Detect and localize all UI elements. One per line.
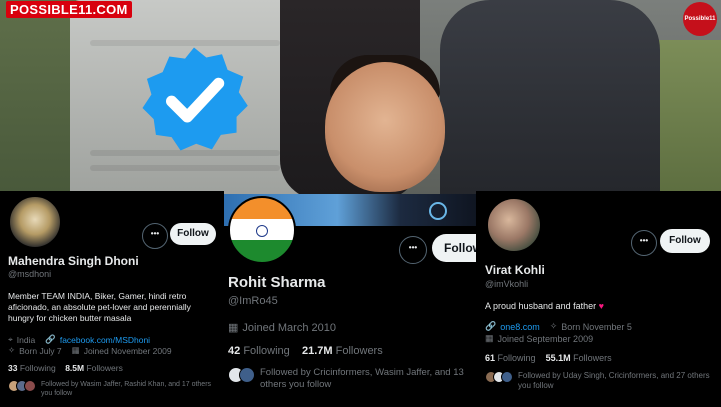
profile-card-rohit: ••• Follow Rohit Sharma @ImRo45 ▦ Joined… <box>224 194 476 407</box>
profile-meta-row: ⌖ India 🔗 facebook.com/MSDhoni <box>8 334 150 345</box>
profile-bio-row: A proud husband and father ♥ <box>485 301 604 311</box>
follower-avatars <box>228 367 255 383</box>
calendar-icon: ▦ <box>71 345 80 355</box>
profile-link[interactable]: one8.com <box>500 322 540 332</box>
profile-stats: 33 Following 8.5M Followers <box>8 363 123 373</box>
follower-avatars <box>8 380 36 392</box>
corner-logo: Possible11 <box>683 2 717 36</box>
profile-joined: Joined November 2009 <box>83 345 172 356</box>
profile-name: Mahendra Singh Dhoni <box>8 254 139 268</box>
more-options-button[interactable]: ••• <box>631 230 657 256</box>
profile-born: Born July 7 <box>19 345 62 356</box>
avatar[interactable] <box>228 196 296 264</box>
brand-logo: POSSIBLE11.COM <box>6 1 132 18</box>
verified-badge-icon <box>142 47 248 151</box>
profile-stats: 42 Following 21.7M Followers <box>228 345 383 357</box>
person-face <box>325 62 445 192</box>
profile-handle: @ImRo45 <box>228 295 278 307</box>
profile-joined: Joined September 2009 <box>497 333 594 344</box>
avatar[interactable] <box>8 195 62 249</box>
profile-bio: A proud husband and father <box>485 301 597 311</box>
follow-button[interactable]: Follow <box>432 234 476 262</box>
link-icon: 🔗 <box>485 321 497 331</box>
followers-link[interactable]: 55.1M Followers <box>546 353 612 363</box>
following-link[interactable]: 33 Following <box>8 363 56 373</box>
profile-name: Virat Kohli <box>485 263 545 277</box>
profile-link[interactable]: facebook.com/MSDhoni <box>60 335 150 345</box>
heart-icon: ♥ <box>598 301 604 311</box>
birthday-icon: ✧ <box>8 345 16 355</box>
following-link[interactable]: 61 Following <box>485 353 536 363</box>
more-options-button[interactable]: ••• <box>399 236 427 264</box>
more-options-button[interactable]: ••• <box>142 223 168 249</box>
followed-by-text: Followed by Wasim Jaffer, Rashid Khan, a… <box>41 381 212 397</box>
profile-location: India <box>16 334 36 345</box>
followed-by[interactable]: Followed by Uday Singh, Cricinformers, a… <box>485 371 713 391</box>
profile-card-dhoni: ••• Follow Mahendra Singh Dhoni @msdhoni… <box>0 191 224 407</box>
calendar-icon: ▦ <box>228 322 239 334</box>
profile-born: Born November 5 <box>561 321 632 332</box>
profile-handle: @imVkohli <box>485 279 529 289</box>
profile-stats: 61 Following 55.1M Followers <box>485 353 612 363</box>
followed-by[interactable]: Followed by Wasim Jaffer, Rashid Khan, a… <box>8 380 213 398</box>
profile-meta-row: ▦ Joined March 2010 <box>228 321 336 335</box>
profile-bio: Member TEAM INDIA, Biker, Gamer, hindi r… <box>8 291 191 323</box>
followed-by[interactable]: Followed by Cricinformers, Wasim Jaffer,… <box>228 367 468 391</box>
follower-avatars <box>485 371 513 383</box>
profile-meta-row: 🔗 one8.com ✧ Born November 5 <box>485 321 632 332</box>
profile-meta-row: ▦ Joined September 2009 <box>485 333 593 344</box>
profile-meta-row: ✧ Born July 7 ▦ Joined November 2009 <box>8 345 172 356</box>
followers-link[interactable]: 21.7M Followers <box>302 345 383 357</box>
following-link[interactable]: 42 Following <box>228 345 290 357</box>
profile-name: Rohit Sharma <box>228 274 326 291</box>
profile-handle: @msdhoni <box>8 269 52 279</box>
followed-by-text: Followed by Uday Singh, Cricinformers, a… <box>518 371 710 390</box>
followed-by-text: Followed by Cricinformers, Wasim Jaffer,… <box>260 367 464 390</box>
followers-link[interactable]: 8.5M Followers <box>65 363 123 373</box>
link-icon: 🔗 <box>45 334 56 344</box>
person-silhouette <box>440 0 660 200</box>
follow-button[interactable]: Follow <box>170 223 216 245</box>
calendar-icon: ▦ <box>485 333 494 343</box>
location-icon: ⌖ <box>8 334 13 344</box>
follow-button[interactable]: Follow <box>660 229 710 253</box>
avatar[interactable] <box>486 197 542 253</box>
profile-card-virat: ••• Follow Virat Kohli @imVkohli A proud… <box>476 191 721 407</box>
profile-joined: Joined March 2010 <box>242 321 336 334</box>
birthday-icon: ✧ <box>549 321 558 331</box>
